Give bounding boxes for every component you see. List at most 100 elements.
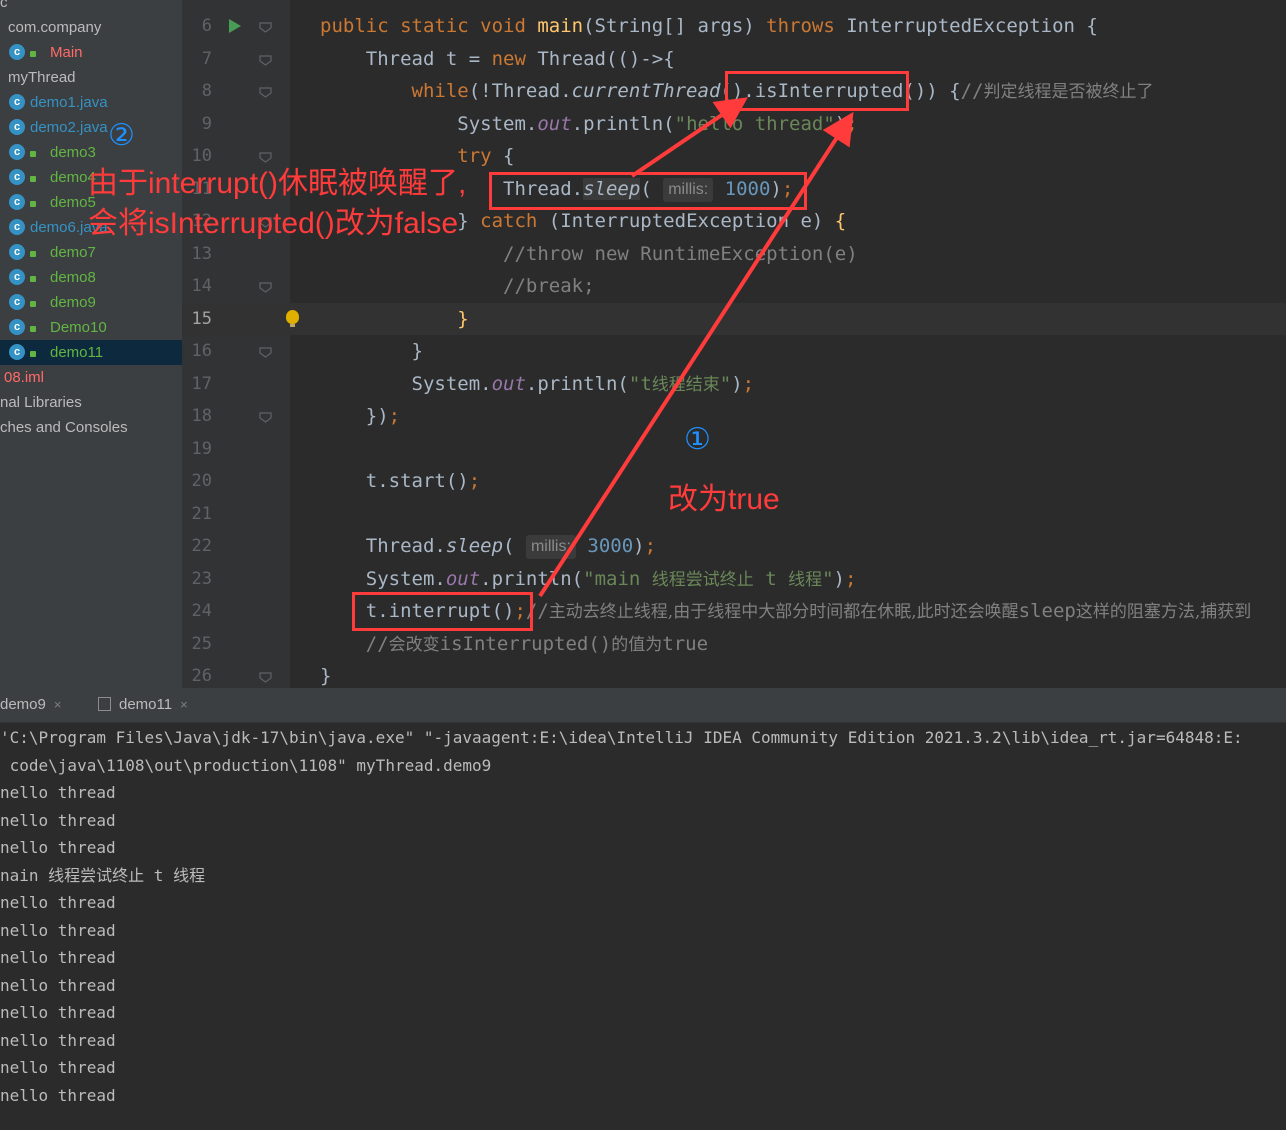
- tab-label: demo9: [0, 696, 46, 713]
- java-class-icon: c: [9, 169, 25, 185]
- code-text: System.out.println("hello thread");: [320, 112, 858, 135]
- code-line[interactable]: 13 //throw new RuntimeException(e): [182, 238, 1286, 270]
- line-number: 6: [201, 16, 212, 36]
- java-class-icon: c: [9, 219, 25, 235]
- code-line[interactable]: 19: [182, 433, 1286, 465]
- java-class-icon: c: [9, 344, 25, 360]
- highlight-interrupt: [352, 592, 533, 631]
- console-line: nello thread: [0, 838, 116, 857]
- code-line[interactable]: 9 System.out.println("hello thread");: [182, 108, 1286, 140]
- annotation-circle-2: ②: [108, 119, 135, 152]
- console-line: nello thread: [0, 920, 116, 940]
- lightbulb-icon[interactable]: [286, 309, 299, 327]
- tree-item[interactable]: c: [0, 0, 182, 15]
- code-text: t.start();: [320, 470, 481, 492]
- tree-item[interactable]: c demo9: [0, 290, 182, 315]
- line-number: 20: [191, 471, 212, 491]
- tree-item[interactable]: c demo11: [0, 340, 182, 365]
- tree-item-label: nal Libraries: [0, 394, 82, 411]
- fold-icon[interactable]: [259, 345, 272, 358]
- tree-item[interactable]: c Main: [0, 40, 182, 65]
- console-line: 'C:\Program Files\Java\jdk-17\bin\java.e…: [0, 728, 1243, 747]
- line-number: 7: [201, 48, 212, 69]
- tree-item-label: Main: [50, 44, 83, 61]
- console-output[interactable]: 'C:\Program Files\Java\jdk-17\bin\java.e…: [0, 723, 1286, 1130]
- code-line[interactable]: 25 //会改变isInterrupted()的值为true: [182, 628, 1286, 660]
- runnable-badge-icon: [30, 276, 36, 282]
- code-text: System.out.println("main 线程尝试终止 t 线程");: [320, 567, 857, 590]
- console-line: nello thread: [0, 948, 116, 967]
- tree-item-label: ches and Consoles: [0, 419, 128, 436]
- line-number: 14: [191, 276, 212, 296]
- code-text: //break;: [503, 275, 595, 297]
- tree-item[interactable]: c demo2.java: [0, 115, 182, 140]
- java-class-icon: c: [9, 294, 25, 310]
- annotation-red-line2: 会将isInterrupted()改为false: [88, 207, 459, 240]
- tree-item-label: c: [0, 0, 8, 11]
- fold-icon[interactable]: [259, 85, 272, 98]
- tree-item[interactable]: c Demo10: [0, 315, 182, 340]
- runnable-badge-icon: [30, 301, 36, 307]
- fold-icon[interactable]: [259, 280, 272, 293]
- tab-demo9[interactable]: demo9 ×: [0, 688, 61, 722]
- code-line[interactable]: 17 System.out.println("t线程结束");: [182, 368, 1286, 400]
- tree-item-label: demo2.java: [30, 119, 108, 136]
- console-line: nello thread: [0, 1058, 116, 1077]
- code-line[interactable]: 15 }: [182, 302, 1286, 335]
- fold-icon[interactable]: [259, 20, 272, 33]
- tree-item-label: myThread: [8, 69, 76, 86]
- code-line[interactable]: 18 });: [182, 400, 1286, 432]
- tree-item[interactable]: c demo1.java: [0, 90, 182, 115]
- fold-icon[interactable]: [259, 670, 272, 683]
- tree-item[interactable]: ches and Consoles: [0, 415, 182, 440]
- code-line[interactable]: 23 System.out.println("main 线程尝试终止 t 线程"…: [182, 563, 1286, 595]
- tree-item[interactable]: c demo7: [0, 240, 182, 265]
- annotation-red-line1: 由于interrupt()休眠被唤醒了,: [88, 167, 467, 200]
- tree-item-label: 08.iml: [4, 369, 45, 386]
- code-line[interactable]: 22 Thread.sleep( millis: 3000);: [182, 530, 1286, 562]
- console-line: nello thread: [0, 893, 116, 912]
- console-line: code\java\1108\out\production\1108" myTh…: [0, 755, 492, 775]
- code-text: });: [320, 405, 401, 427]
- tree-item[interactable]: 08.iml: [0, 365, 182, 390]
- run-gutter-icon[interactable]: [229, 19, 241, 33]
- tab-demo11[interactable]: demo11 ×: [98, 688, 188, 722]
- close-icon[interactable]: ×: [54, 697, 62, 712]
- tree-item[interactable]: myThread: [0, 65, 182, 90]
- code-text: Thread.sleep( millis: 3000);: [320, 535, 657, 559]
- code-text: System.out.println("t线程结束");: [320, 372, 755, 395]
- code-line[interactable]: 16 }: [182, 335, 1286, 367]
- tree-item-label: com.company: [8, 19, 102, 36]
- run-tabs-bar: demo9 × demo11 ×: [0, 688, 1286, 723]
- tree-item[interactable]: c demo8: [0, 265, 182, 290]
- java-class-icon: c: [9, 244, 25, 260]
- fold-icon[interactable]: [259, 410, 272, 423]
- line-number: 9: [201, 113, 212, 134]
- code-line[interactable]: 14 //break;: [182, 270, 1286, 302]
- code-text: }: [457, 307, 469, 330]
- line-number: 17: [191, 373, 212, 394]
- line-number: 21: [191, 503, 212, 524]
- tree-item-label: demo8: [50, 269, 96, 286]
- annotation-circle-1: ①: [684, 423, 711, 456]
- code-line[interactable]: 6 public static void main(String[] args) …: [182, 10, 1286, 42]
- line-number: 24: [191, 601, 212, 621]
- code-text: }: [320, 665, 332, 687]
- tree-item[interactable]: nal Libraries: [0, 390, 182, 415]
- code-line[interactable]: 24 t.interrupt();//主动去终止线程,由于线程中大部分时间都在休…: [182, 595, 1286, 627]
- fold-icon[interactable]: [259, 53, 272, 66]
- console-line: nello thread: [0, 783, 116, 802]
- console-line: nello thread: [0, 1030, 116, 1050]
- tab-label: demo11: [119, 696, 173, 713]
- line-number: 16: [191, 341, 212, 361]
- runnable-badge-icon: [30, 176, 36, 182]
- code-line[interactable]: 7 Thread t = new Thread(()->{: [182, 43, 1286, 75]
- close-icon[interactable]: ×: [180, 697, 188, 712]
- line-number: 8: [201, 81, 212, 101]
- code-line[interactable]: 26}: [182, 660, 1286, 688]
- code-text: public static void main(String[] args) t…: [320, 15, 1098, 37]
- line-number: 22: [191, 536, 212, 556]
- code-text: Thread t = new Thread(()->{: [320, 47, 675, 70]
- console-line: nello thread: [0, 1085, 116, 1105]
- tree-item[interactable]: com.company: [0, 15, 182, 40]
